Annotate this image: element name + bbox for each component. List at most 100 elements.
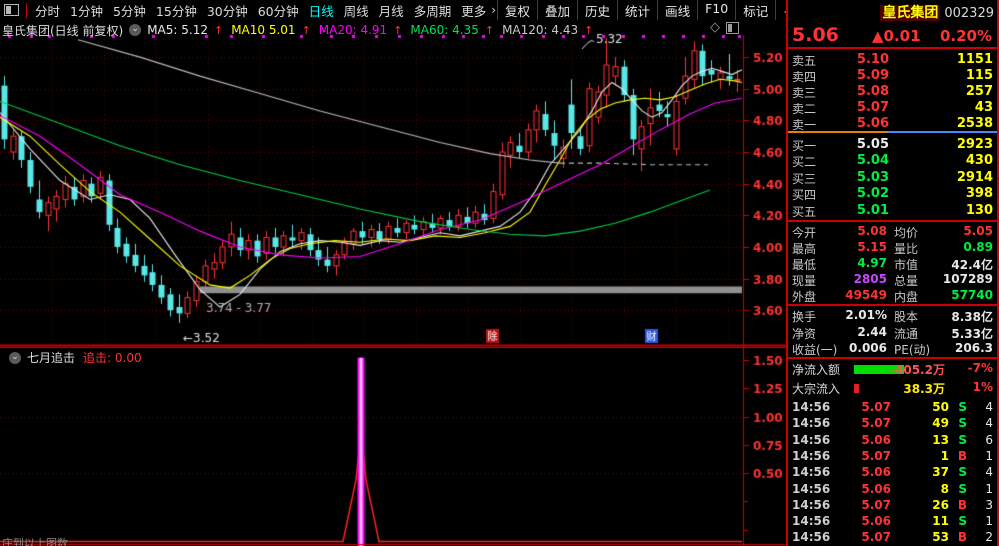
subchart-header: ⌄ 七月追击 追击: 0.00	[3, 349, 142, 366]
trade-count: 4	[985, 465, 993, 480]
order-book-volume: 1151	[956, 52, 993, 67]
menu-item-30分钟[interactable]: 30分钟	[202, 4, 253, 19]
toolbar-button-统计[interactable]: 统计	[617, 0, 657, 20]
menu-item-日线[interactable]: 日线	[304, 4, 339, 19]
order-book-label: 买二	[792, 155, 817, 170]
info-row: 今开 5.08 均价 5.05	[788, 224, 997, 240]
trade-price: 5.07	[861, 448, 891, 463]
order-book-volume: 115	[965, 68, 993, 83]
trade-row[interactable]: 14:56 5.07 49 S 4	[788, 416, 997, 432]
main-chart-canvas[interactable]	[0, 0, 786, 546]
trade-side: S	[958, 416, 967, 431]
chart-header: 皇氏集团(日线 前复权) ⌄ MA5: 5.12 ↑ MA10 5.01 ↑ MA20:…	[2, 21, 601, 39]
info-key: 今开	[792, 226, 817, 240]
trade-price: 5.07	[861, 416, 891, 431]
trade-volume: 8	[940, 481, 949, 496]
info-value: 57740	[951, 288, 993, 302]
order-book-volume: 43	[974, 100, 993, 115]
money-flow-label: 大宗流入	[792, 382, 841, 396]
diamond-icon[interactable]: ◇	[710, 20, 720, 35]
trade-volume: 1	[940, 448, 949, 463]
order-book-price: 5.03	[856, 169, 889, 185]
trade-row[interactable]: 14:56 5.07 26 B 3	[788, 498, 997, 514]
header-icons: ◇	[710, 20, 739, 35]
menu-item-分时[interactable]: 分时	[30, 4, 65, 19]
more-arrow-icon[interactable]: ›	[491, 3, 496, 17]
chevron-down-icon[interactable]: ⌄	[9, 351, 21, 364]
up-arrow-icon: ↑	[484, 24, 495, 37]
info-key: 外盘	[792, 290, 817, 304]
trade-time: 14:56	[792, 400, 831, 414]
stock-name-row: 皇氏集团 002329	[880, 2, 994, 22]
toolbar-button-历史[interactable]: 历史	[577, 0, 617, 20]
trade-count: 3	[985, 497, 993, 512]
trade-row[interactable]: 14:56 5.06 13 S 6	[788, 433, 997, 449]
chevron-down-icon[interactable]: ⌄	[129, 24, 142, 36]
order-book-price: 5.07	[856, 100, 889, 115]
info-key: 最低	[792, 258, 817, 272]
divider	[788, 357, 997, 359]
toolbar-button-F10[interactable]: F10	[697, 0, 735, 20]
order-book-row[interactable]: 卖五 5.10 1151	[788, 52, 997, 69]
window-layout-icon[interactable]	[4, 4, 19, 16]
menu-item-多周期[interactable]: 多周期	[409, 4, 457, 19]
trade-count: 4	[985, 400, 993, 414]
trade-side: S	[958, 400, 967, 414]
order-book-label: 买四	[792, 188, 817, 203]
order-book-row[interactable]: 买五 5.01 130	[788, 203, 997, 220]
trade-row[interactable]: 14:56 5.07 1 B 1	[788, 449, 997, 465]
trade-row[interactable]: 14:56 5.06 8 S 1	[788, 482, 997, 498]
info-value: 2.01%	[845, 308, 887, 322]
up-arrow-icon: ↑	[213, 24, 224, 37]
order-book-volume: 398	[965, 186, 993, 202]
info-value: 42.4亿	[951, 258, 993, 272]
order-book-label: 买三	[792, 171, 817, 186]
menu-item-周线[interactable]: 周线	[339, 4, 374, 19]
order-book-label: 卖五	[792, 54, 817, 68]
toolbar-button-画线[interactable]: 画线	[657, 0, 697, 20]
toolbar-button-标记[interactable]: 标记	[735, 0, 775, 20]
trade-row[interactable]: 14:56 5.06 37 S 4	[788, 465, 997, 481]
trade-time: 14:56	[792, 416, 831, 431]
menu-item-5分钟[interactable]: 5分钟	[108, 4, 151, 19]
ma-label: MA20: 4.91	[318, 23, 388, 37]
info-value: 49549	[845, 288, 887, 302]
trade-row[interactable]: 14:56 5.06 11 S 1	[788, 514, 997, 530]
trade-row[interactable]: 14:56 5.07 53 B 2	[788, 530, 997, 546]
order-book-row[interactable]: 买三 5.03 2914	[788, 170, 997, 187]
up-arrow-icon: ↑	[301, 24, 311, 37]
toolbar-button-复权[interactable]: 复权	[497, 0, 537, 20]
order-book-row[interactable]: 买一 5.05 2923	[788, 137, 997, 154]
order-book-row[interactable]: 卖二 5.07 43	[788, 100, 997, 117]
divider	[788, 220, 997, 222]
menu-item-15分钟[interactable]: 15分钟	[151, 4, 202, 19]
order-book-price: 5.08	[856, 84, 889, 99]
order-book-price: 5.06	[856, 116, 889, 131]
menu-item-1分钟[interactable]: 1分钟	[65, 4, 108, 19]
quote-panel: 皇氏集团 002329 5.06 ▲0.01 0.20% 卖五 5.10 1151 卖四…	[786, 0, 999, 546]
info-key: 收益(一)	[792, 343, 838, 357]
subchart-value: 追击: 0.00	[83, 351, 142, 365]
up-arrow-icon: ↑	[393, 24, 403, 37]
info-key: 量比	[894, 242, 919, 256]
ma-labels: MA5: 5.12 ↑ MA10 5.01 ↑ MA20: 4.91 ↑ MA60: 4.3…	[147, 23, 601, 37]
menu-item-月线[interactable]: 月线	[374, 4, 409, 19]
ma-label: MA120: 4.43	[502, 23, 579, 37]
order-book-row[interactable]: 卖三 5.08 257	[788, 84, 997, 101]
trade-row[interactable]: 14:56 5.07 50 S 4	[788, 400, 997, 416]
order-book-row[interactable]: 买二 5.04 430	[788, 153, 997, 170]
menu-item-60分钟[interactable]: 60分钟	[253, 4, 304, 19]
trade-volume: 11	[932, 514, 949, 529]
menu-separator	[26, 2, 27, 18]
menu-item-更多[interactable]: 更多	[456, 4, 491, 19]
info-key: 市值	[894, 258, 919, 272]
order-book-row[interactable]: 买四 5.02 398	[788, 186, 997, 203]
stock-name[interactable]: 皇氏集团	[880, 5, 941, 21]
ma-label: MA10 5.01	[231, 23, 296, 37]
order-book-row[interactable]: 卖四 5.09 115	[788, 68, 997, 85]
money-flow-pct: -7%	[967, 361, 993, 375]
split-panel-icon[interactable]	[726, 21, 739, 34]
toolbar-button-叠加[interactable]: 叠加	[537, 0, 577, 20]
info-value: 2805	[853, 272, 887, 286]
trade-price: 5.07	[861, 530, 891, 545]
